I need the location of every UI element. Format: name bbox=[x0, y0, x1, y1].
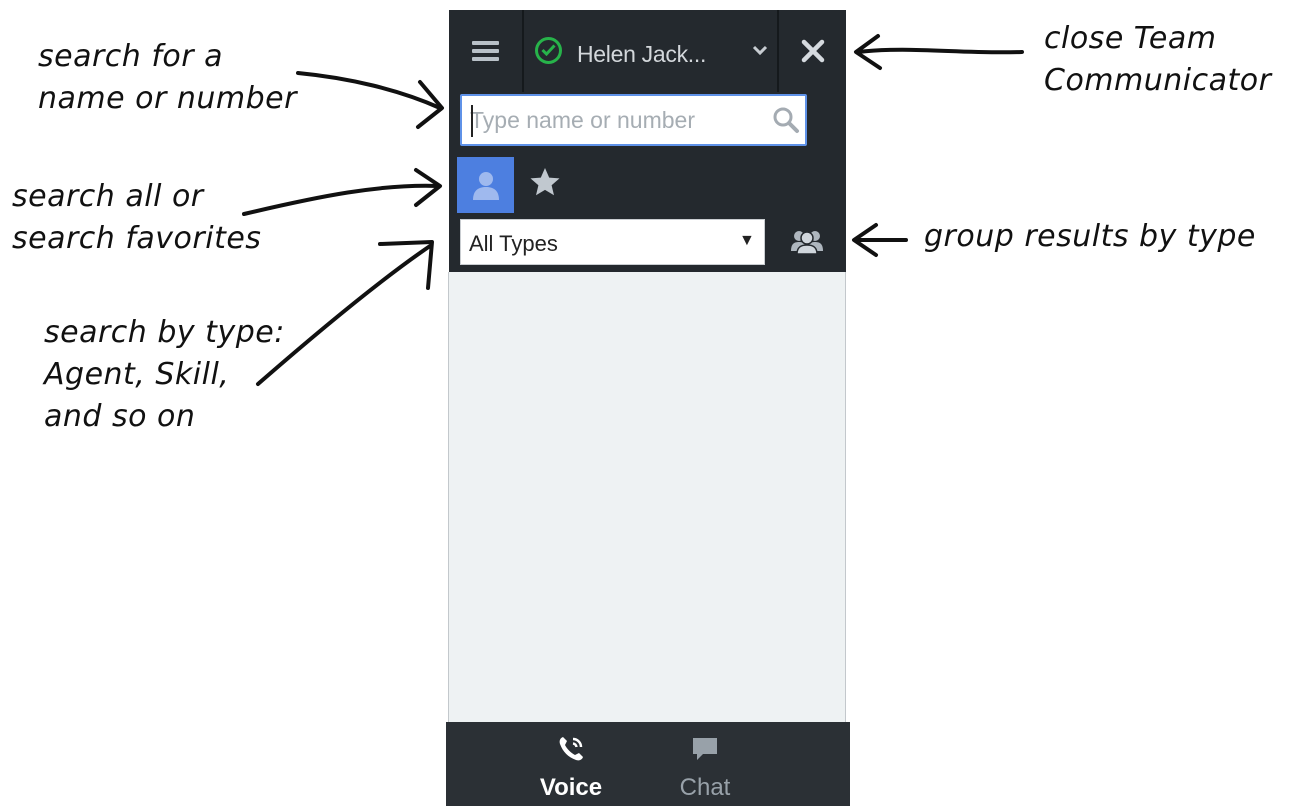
annotation-arrows bbox=[242, 34, 1024, 386]
arrow-search-all bbox=[242, 183, 440, 216]
arrow-type bbox=[256, 244, 432, 386]
arrow-close bbox=[856, 47, 1024, 55]
arrow-search bbox=[296, 71, 442, 110]
